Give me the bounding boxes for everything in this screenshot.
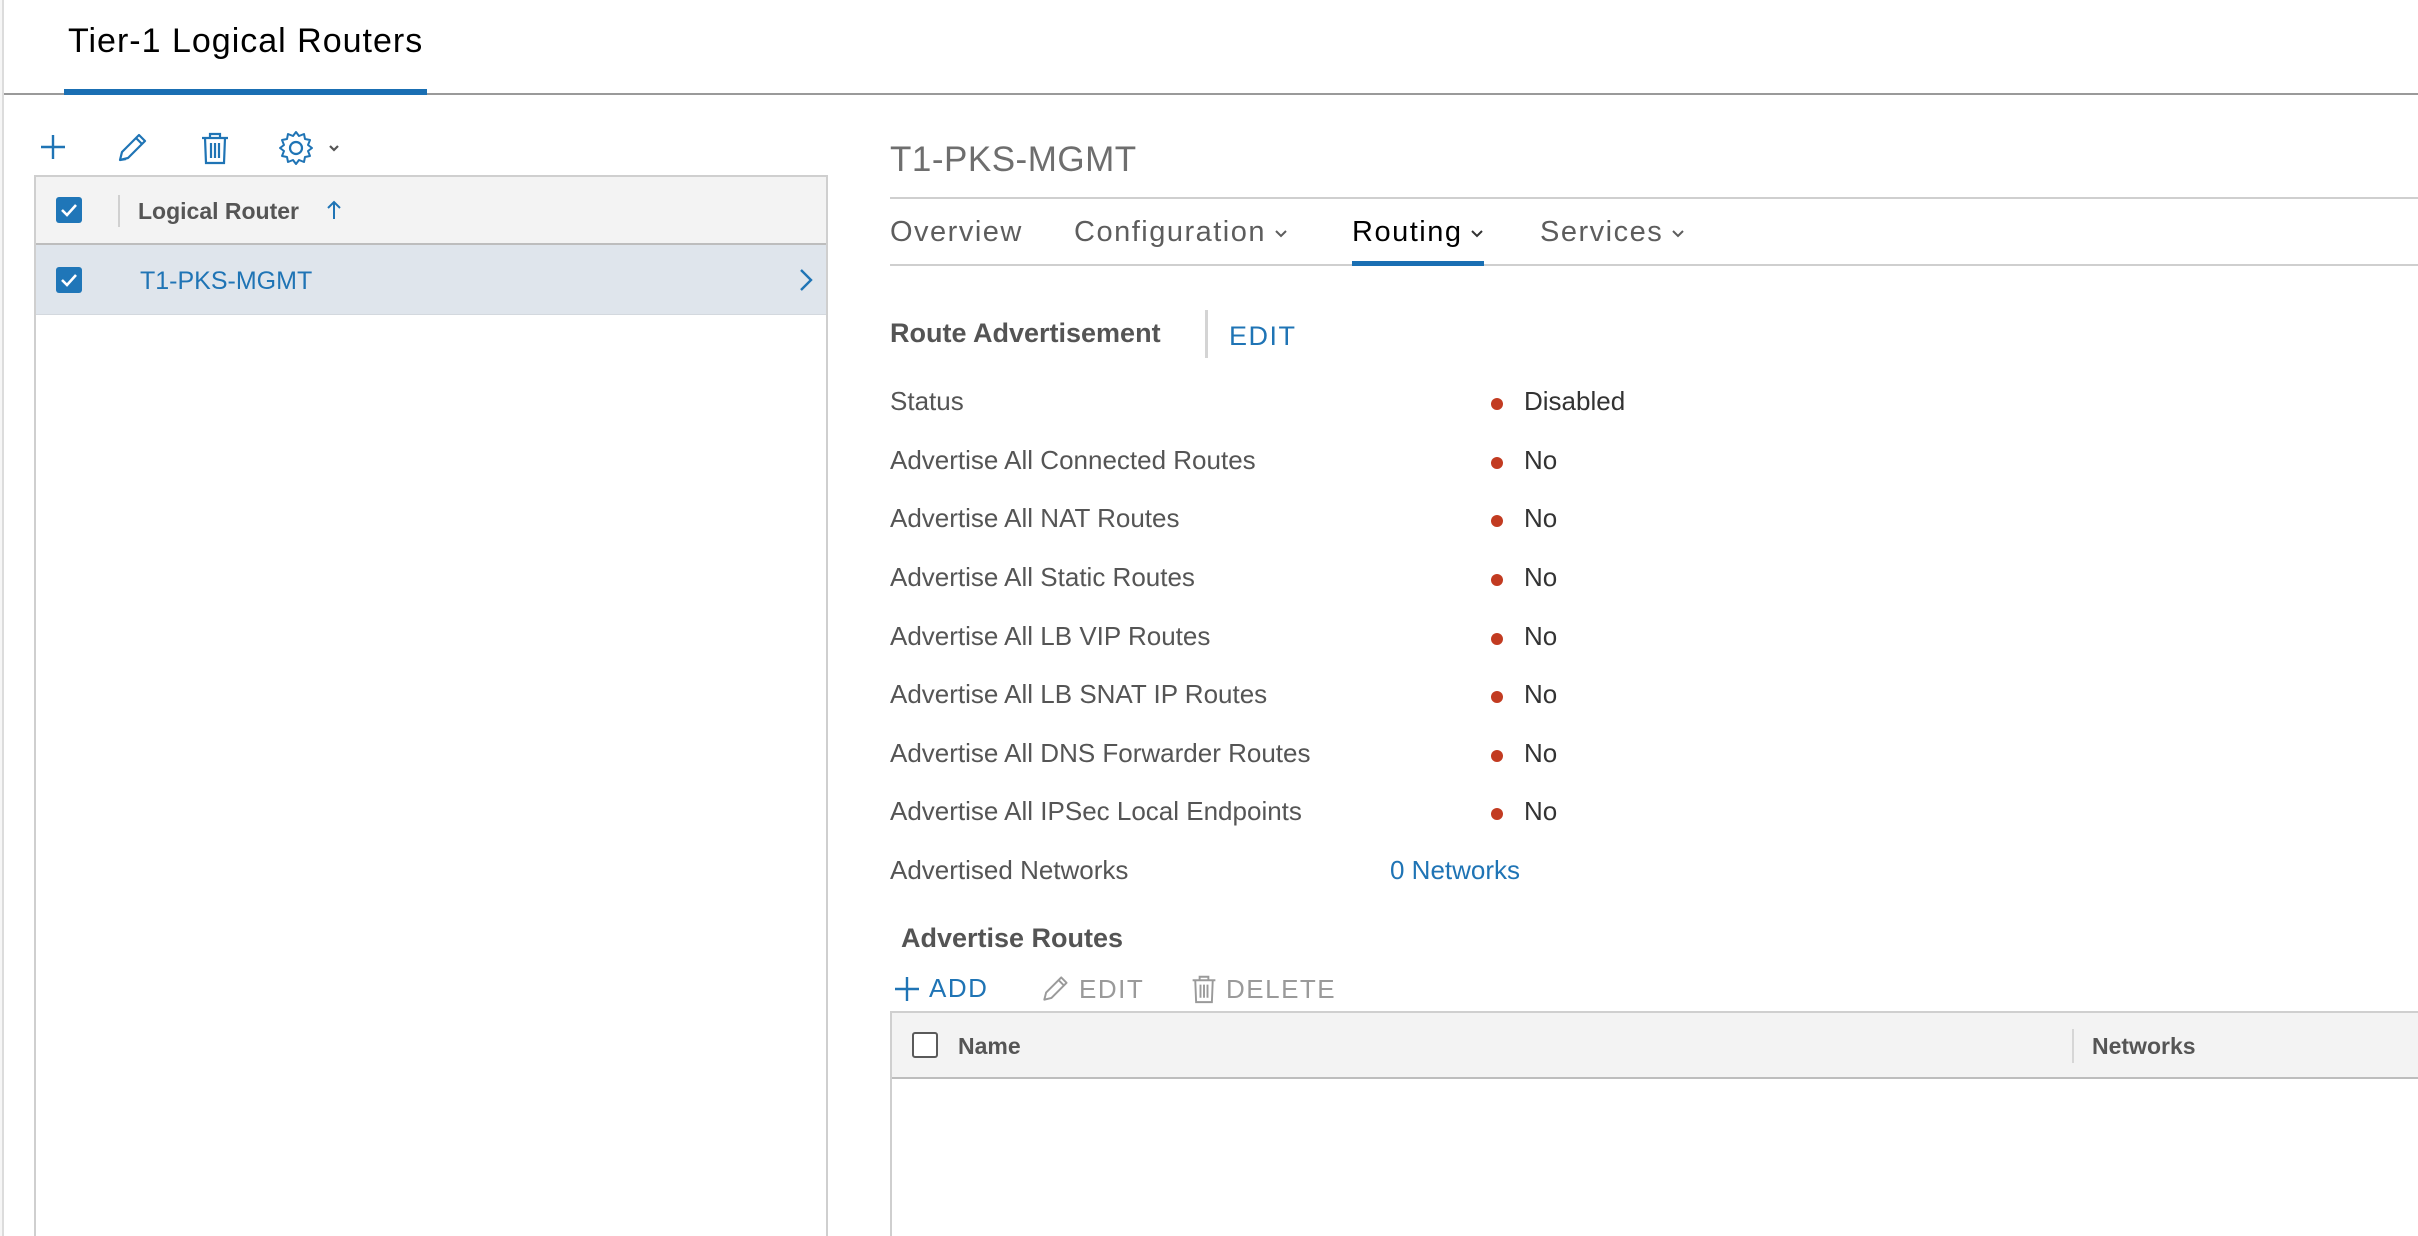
- tab-routing-label: Routing: [1352, 216, 1463, 248]
- route-advertisement-edit-button[interactable]: EDIT: [1229, 321, 1297, 352]
- column-header-logical-router[interactable]: Logical Router: [138, 198, 299, 225]
- section-divider: [1205, 310, 1208, 358]
- property-value: Disabled: [1524, 386, 1626, 416]
- tab-tier1-logical-routers[interactable]: Tier-1 Logical Routers: [64, 22, 428, 95]
- column-header-name[interactable]: Name: [958, 1033, 1021, 1060]
- add-route-button[interactable]: ADD: [893, 973, 988, 1004]
- property-row-nat: Advertise All NAT Routes No: [890, 503, 1790, 543]
- property-row-dns-forwarder: Advertise All DNS Forwarder Routes No: [890, 738, 1790, 778]
- chevron-right-icon[interactable]: [798, 267, 814, 298]
- tab-routing[interactable]: Routing: [1352, 214, 1485, 266]
- column-header-networks[interactable]: Networks: [2092, 1033, 2196, 1060]
- property-value: No: [1524, 562, 1558, 592]
- edit-route-button[interactable]: EDIT: [1039, 973, 1144, 1005]
- property-row-static: Advertise All Static Routes No: [890, 562, 1790, 602]
- tab-overview[interactable]: Overview: [890, 216, 1023, 264]
- delete-route-button[interactable]: DELETE: [1190, 973, 1336, 1005]
- delete-route-label: DELETE: [1226, 973, 1337, 1004]
- plus-icon: [895, 976, 919, 1001]
- status-dot-icon: [1491, 515, 1503, 527]
- add-route-label: ADD: [929, 973, 989, 1003]
- property-row-status: Status Disabled: [890, 386, 1790, 426]
- property-row-connected: Advertise All Connected Routes No: [890, 445, 1790, 485]
- title-divider: [890, 197, 2418, 199]
- chevron-down-icon: [1274, 214, 1288, 247]
- router-name-link[interactable]: T1-PKS-MGMT: [140, 267, 312, 296]
- chevron-down-icon: [1470, 214, 1484, 247]
- property-label: Status: [890, 386, 964, 416]
- tab-configuration[interactable]: Configuration: [1074, 216, 1288, 264]
- property-value: No: [1524, 738, 1558, 768]
- property-label: Advertise All Static Routes: [890, 562, 1195, 592]
- property-value: No: [1524, 796, 1558, 826]
- select-all-checkbox[interactable]: [56, 197, 82, 223]
- trash-icon[interactable]: [198, 130, 232, 166]
- table-row[interactable]: T1-PKS-MGMT: [36, 245, 826, 315]
- property-label: Advertise All LB VIP Routes: [890, 621, 1211, 651]
- grid-header: Logical Router: [36, 177, 826, 245]
- page-header: Tier-1 Logical Routers: [4, 0, 2418, 95]
- logical-router-grid: Logical Router T1-PKS-MGMT: [34, 175, 828, 1236]
- column-divider[interactable]: [2072, 1029, 2074, 1063]
- status-dot-icon: [1491, 457, 1503, 469]
- property-label: Advertise All IPSec Local Endpoints: [890, 796, 1302, 826]
- edit-route-label: EDIT: [1079, 973, 1145, 1004]
- row-checkbox[interactable]: [56, 267, 82, 293]
- chevron-down-icon: [1671, 214, 1685, 247]
- tab-services-label: Services: [1540, 216, 1664, 248]
- status-dot-icon: [1491, 808, 1503, 820]
- pencil-icon: [1043, 976, 1068, 1001]
- plus-icon[interactable]: [36, 130, 70, 164]
- property-row-lb-snat: Advertise All LB SNAT IP Routes No: [890, 679, 1790, 719]
- property-label: Advertise All DNS Forwarder Routes: [890, 738, 1311, 768]
- status-dot-icon: [1491, 691, 1503, 703]
- select-all-routes-checkbox[interactable]: [912, 1032, 938, 1058]
- route-advertisement-heading: Route Advertisement: [890, 318, 1161, 348]
- tab-configuration-label: Configuration: [1074, 216, 1266, 248]
- advertised-networks-link[interactable]: 0 Networks: [1390, 855, 1520, 886]
- status-dot-icon: [1491, 633, 1503, 645]
- trash-icon: [1192, 975, 1216, 1004]
- property-label: Advertise All Connected Routes: [890, 445, 1256, 475]
- tab-overview-label: Overview: [890, 216, 1023, 248]
- property-label: Advertise All LB SNAT IP Routes: [890, 679, 1268, 709]
- property-value: No: [1524, 503, 1558, 533]
- detail-title: T1-PKS-MGMT: [890, 140, 1137, 179]
- property-value: No: [1524, 679, 1558, 709]
- tab-services[interactable]: Services: [1540, 216, 1685, 264]
- property-row-lb-vip: Advertise All LB VIP Routes No: [890, 621, 1790, 661]
- property-label: Advertised Networks: [890, 855, 1129, 885]
- detail-tabs: Overview Configuration Routing Services: [890, 200, 2418, 266]
- advertise-routes-heading: Advertise Routes: [901, 923, 1124, 953]
- property-row-ipsec: Advertise All IPSec Local Endpoints No: [890, 796, 1790, 836]
- sort-ascending-icon[interactable]: [326, 199, 342, 226]
- header-divider: [118, 195, 120, 227]
- status-dot-icon: [1491, 398, 1503, 410]
- property-row-advertised-networks: Advertised Networks 0 Networks: [890, 855, 1790, 895]
- window-left-edge: [0, 0, 4, 1236]
- property-label: Advertise All NAT Routes: [890, 503, 1180, 533]
- property-value: No: [1524, 445, 1558, 475]
- advertise-routes-table: Name Networks: [890, 1011, 2418, 1236]
- property-value: No: [1524, 621, 1558, 651]
- status-dot-icon: [1491, 750, 1503, 762]
- gear-icon[interactable]: [278, 130, 344, 166]
- table-header: Name Networks: [892, 1013, 2418, 1079]
- status-dot-icon: [1491, 574, 1503, 586]
- pencil-icon[interactable]: [114, 130, 150, 166]
